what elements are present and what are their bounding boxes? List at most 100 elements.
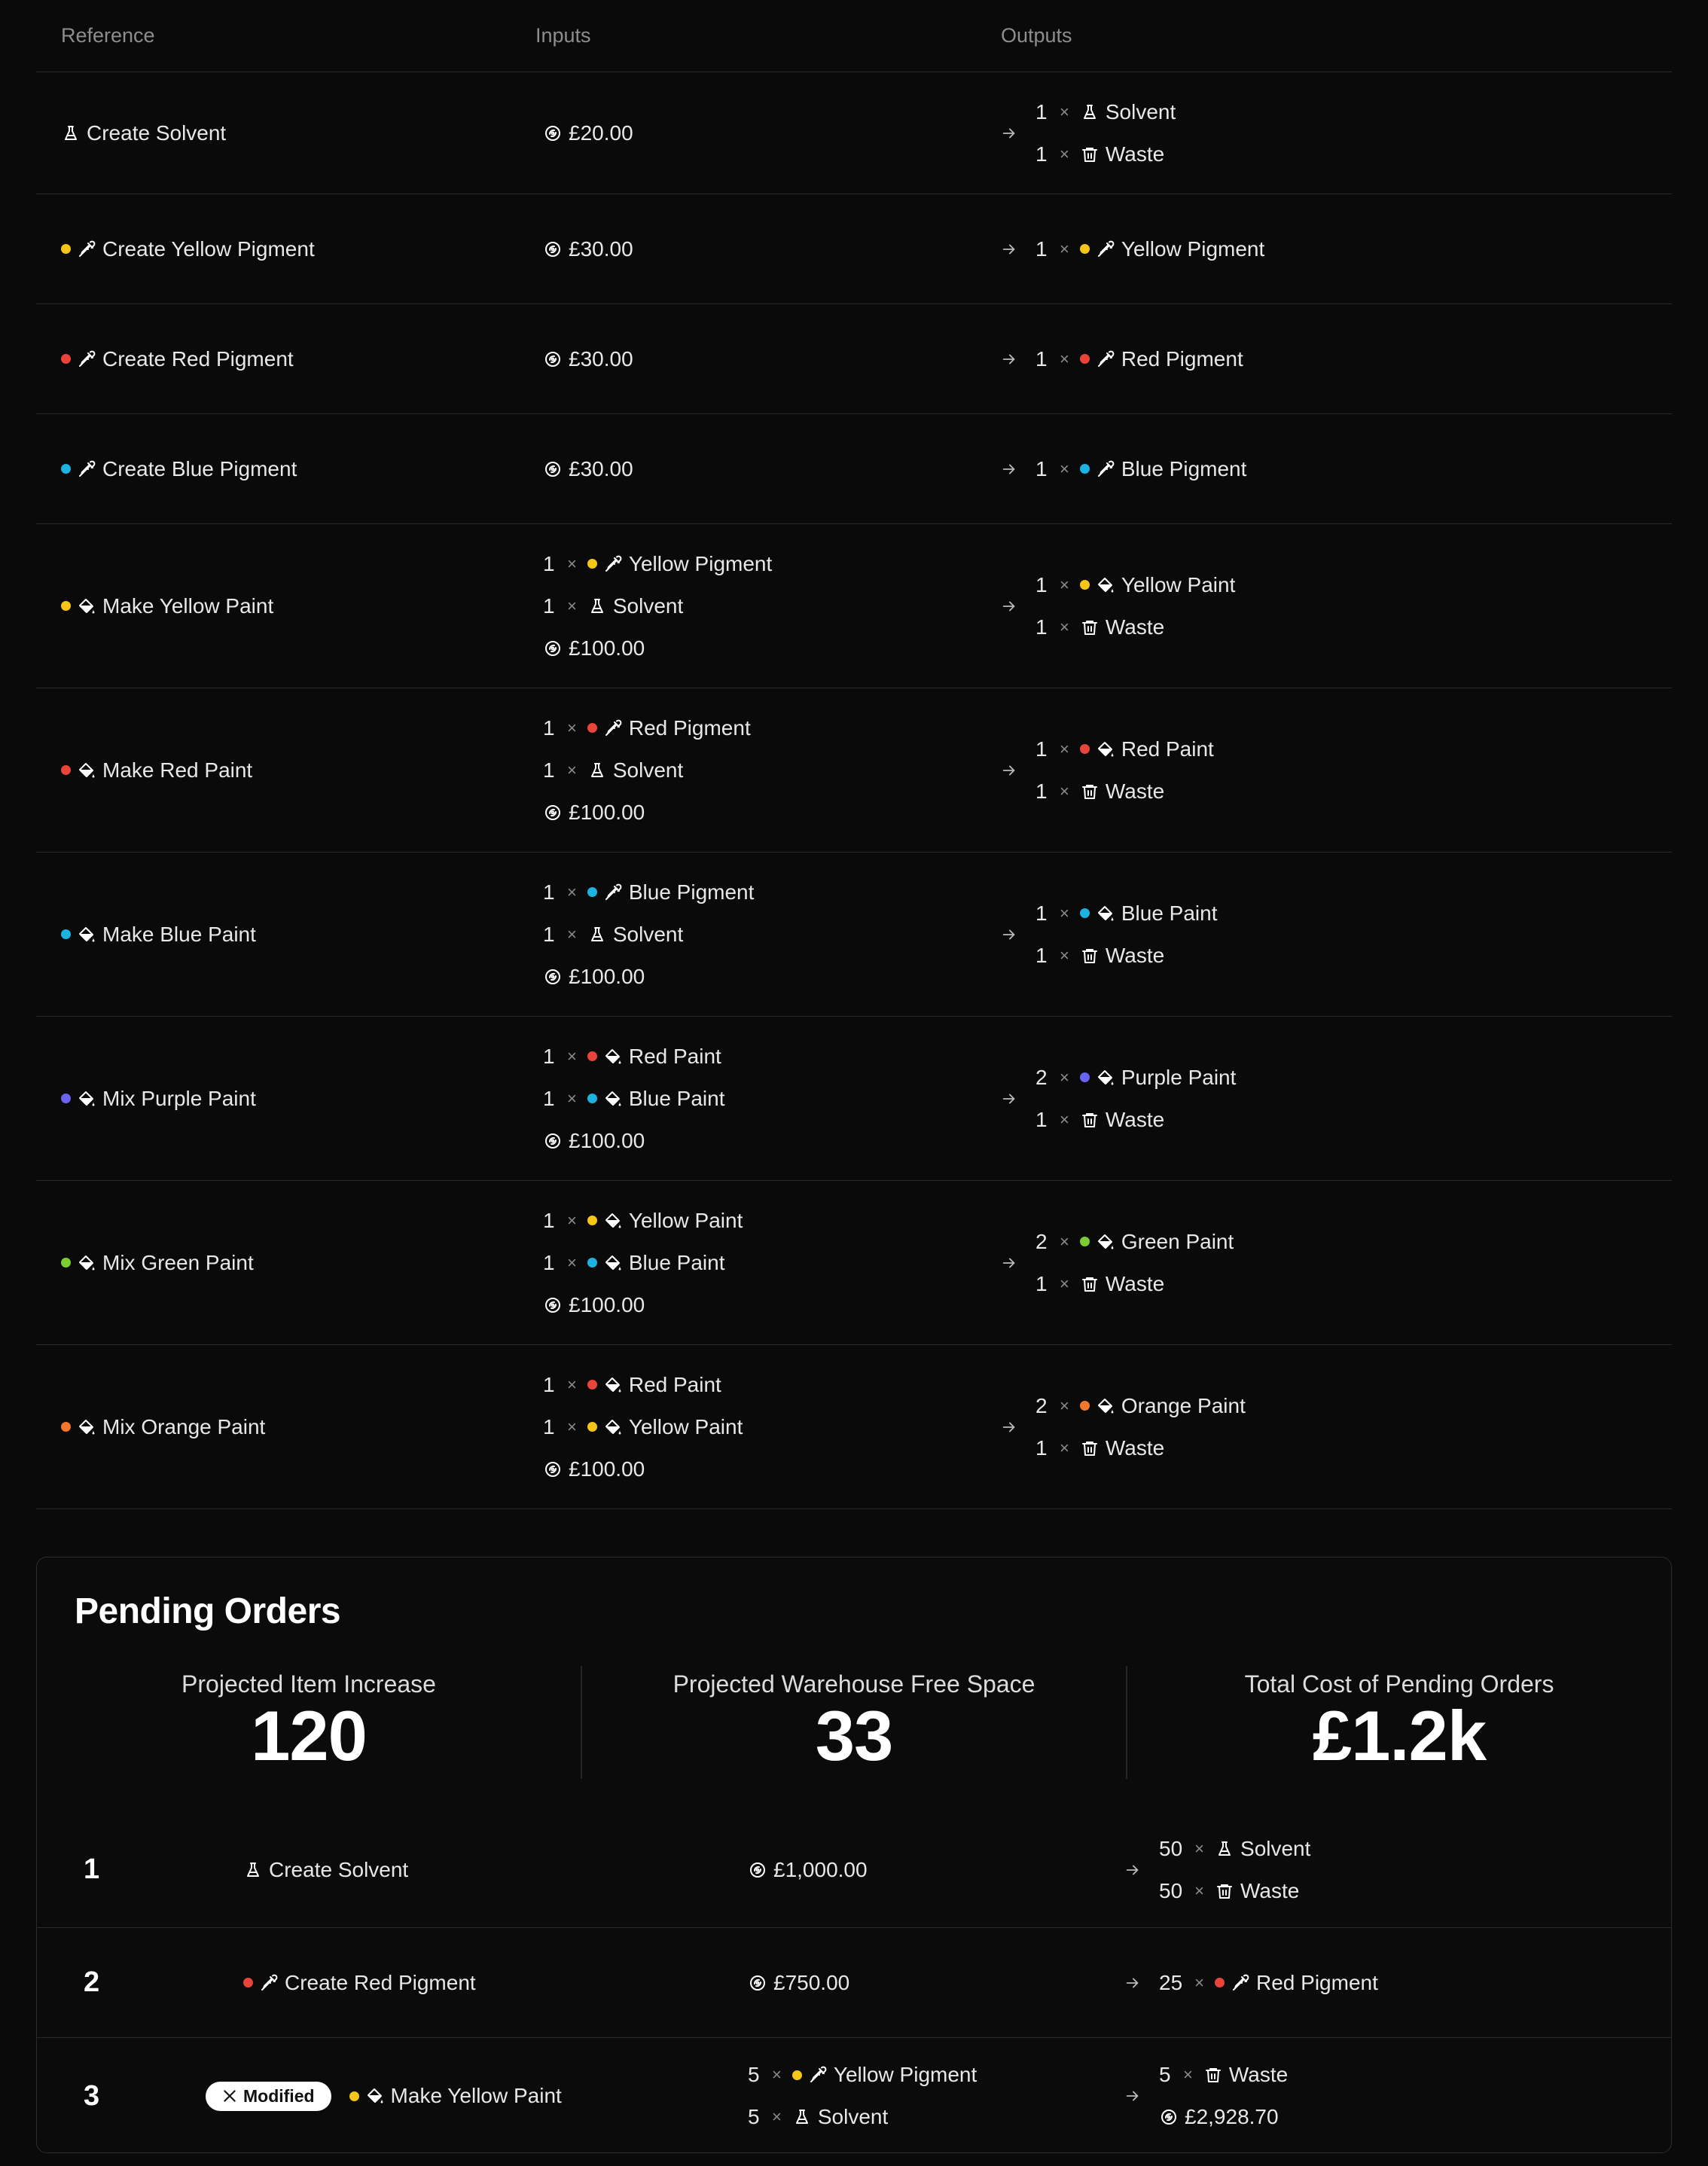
recipe-reference: Create Red Pigment [36,347,535,371]
item-name: Yellow Paint [628,1208,743,1232]
order-number: 3 [84,2079,100,2112]
table-row[interactable]: Create Red Pigment £30.00 1 × Red Pigment [36,304,1672,414]
blue-color-dot [1079,464,1090,474]
quantity: 1 [543,922,555,946]
order-inputs: £1,000.00 [748,1849,1124,1891]
paint-bucket-icon [603,1417,623,1437]
item-name: Red Pigment [628,715,751,740]
item-name: Blue Paint [628,1086,725,1110]
output-item: 2 × Orange Paint [1035,1385,1246,1427]
trash-icon [1080,782,1100,801]
table-row[interactable]: Mix Orange Paint 1 × Red Paint 1 × Yellow Pain… [36,1345,1672,1509]
flask-icon [243,1860,263,1880]
flask-icon [1080,102,1100,122]
quantity: 5 [748,2063,760,2086]
item-name: Waste [1105,142,1165,166]
header-reference: Reference [61,24,155,47]
output-item: 5 × Waste [1159,2054,1288,2096]
trash-icon [1203,2065,1223,2085]
recipe-outputs: 2 × Purple Paint 1 × Waste [1001,1057,1672,1141]
output-list: 1 × Yellow Pigment [1035,228,1264,270]
times-sign: × [1060,945,1069,965]
item-name: £100.00 [569,800,645,824]
quantity: 1 [543,880,555,904]
order-reference: Modified Make Yellow Paint [206,2081,748,2111]
input-item: £100.00 [543,1120,1001,1162]
table-row[interactable]: Create Yellow Pigment £30.00 1 × Yellow Pigm… [36,194,1672,304]
pending-orders-panel: Pending Orders Projected Item Increase 1… [36,1557,1672,2153]
arrow-right-icon [1124,2088,1144,2104]
recipe-outputs: 2 × Orange Paint 1 × Waste [1001,1385,1672,1469]
times-sign: × [1060,575,1069,594]
stat-label: Projected Warehouse Free Space [673,1670,1035,1698]
pipette-icon [1231,1973,1250,1993]
output-item: 1 × Waste [1035,1427,1246,1469]
output-item: 25 × Red Pigment [1159,1962,1378,2004]
output-list: 1 × Blue Paint 1 × Waste [1035,892,1218,977]
coins-icon [1159,2107,1179,2127]
recipe-name: Make Red Paint [102,758,253,782]
times-sign: × [567,1417,577,1436]
arrow-right-icon [1001,762,1020,779]
recipe-name: Mix Green Paint [102,1250,254,1274]
recipe-inputs: £30.00 [535,228,1001,270]
order-row[interactable]: 3 Modified Make Yellow Paint 5 × Yellow Pigme… [37,2038,1671,2154]
item-name: £30.00 [569,236,633,261]
output-item: 1 × Blue Pigment [1035,448,1246,490]
order-row[interactable]: 2 Create Red Pigment £750.00 25 × Red Pigment [37,1928,1671,2038]
table-row[interactable]: Create Solvent £20.00 1 × Solvent 1 × Waste [36,72,1672,194]
table-row[interactable]: Make Yellow Paint 1 × Yellow Pigment 1 × Solve… [36,524,1672,688]
quantity: 1 [1035,779,1048,803]
quantity: 1 [543,1208,555,1232]
times-sign: × [1060,459,1069,478]
output-item: 1 × Yellow Pigment [1035,228,1264,270]
table-row[interactable]: Mix Green Paint 1 × Yellow Paint 1 × Blue Pain… [36,1181,1672,1345]
table-row[interactable]: Make Red Paint 1 × Red Pigment 1 × Solvent £100… [36,688,1672,853]
recipe-outputs: 1 × Blue Paint 1 × Waste [1001,892,1672,977]
item-name: Orange Paint [1121,1393,1246,1417]
panel-title: Pending Orders [75,1591,341,1631]
green-color-dot [61,1258,71,1268]
coins-icon [748,1973,767,1993]
coins-icon [543,239,563,259]
paint-bucket-icon [1096,1068,1115,1088]
arrow-right-icon [1124,1975,1144,1991]
item-name: Red Paint [1121,737,1214,761]
table-row[interactable]: Mix Purple Paint 1 × Red Paint 1 × Blue Paint £… [36,1017,1672,1181]
times-sign: × [1060,1109,1069,1129]
arrow-right-icon [1001,1255,1020,1271]
stat-item-increase: Projected Item Increase 120 [37,1666,581,1779]
quantity: 1 [1035,346,1048,371]
output-item: 1 × Red Pigment [1035,338,1243,380]
quantity: 5 [748,2105,760,2128]
output-list: 1 × Blue Pigment [1035,448,1246,490]
times-sign: × [1060,349,1069,368]
stat-value: 33 [815,1696,894,1775]
pipette-icon [1096,459,1115,479]
table-header: Reference Inputs Outputs [36,0,1672,72]
times-sign: × [1060,144,1069,163]
times-sign: × [1060,739,1069,758]
table-row[interactable]: Make Blue Paint 1 × Blue Pigment 1 × Solvent £1… [36,853,1672,1017]
order-row[interactable]: 1 Create Solvent £1,000.00 50 × Solvent 50 × Was… [37,1812,1671,1928]
times-sign: × [1060,102,1069,121]
paint-bucket-icon [77,761,96,780]
pipette-icon [259,1973,279,1993]
times-sign: × [1194,1881,1205,1900]
stat-label: Total Cost of Pending Orders [1244,1670,1554,1698]
quantity: 1 [543,715,555,740]
pipette-icon [603,718,623,738]
table-row[interactable]: Create Blue Pigment £30.00 1 × Blue Pigment [36,414,1672,524]
order-inputs: £750.00 [748,1962,1124,2004]
paint-bucket-icon [77,596,96,616]
coins-icon [543,1131,563,1151]
recipe-name: Mix Orange Paint [102,1414,266,1438]
input-item: 1 × Solvent [543,585,1001,627]
red-color-dot [587,723,597,733]
flask-icon [61,124,81,143]
coins-icon [543,124,563,143]
recipe-reference: Create Blue Pigment [36,457,535,481]
input-item: 1 × Yellow Paint [543,1406,1001,1448]
times-sign: × [567,924,577,944]
recipe-outputs: 1 × Red Pigment [1001,338,1672,380]
